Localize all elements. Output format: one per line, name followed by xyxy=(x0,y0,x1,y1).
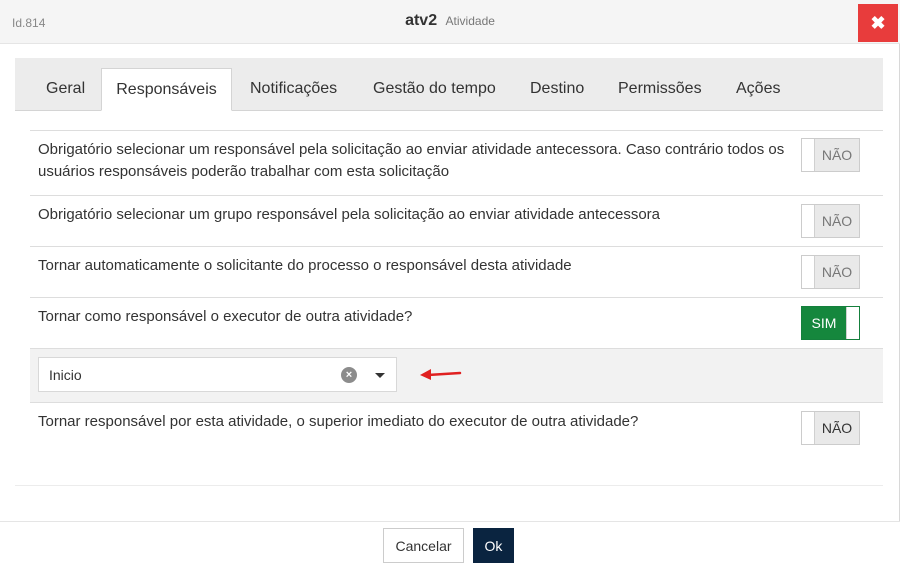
setting-row: Tornar como responsável o executor de ou… xyxy=(30,297,883,348)
ok-button[interactable]: Ok xyxy=(473,528,514,563)
tab-bar: Geral Responsáveis Notificações Gestão d… xyxy=(15,58,883,111)
tab-permissoes[interactable]: Permissões xyxy=(618,68,702,111)
cancel-button[interactable]: Cancelar xyxy=(383,528,464,563)
toggle-knob xyxy=(802,256,815,288)
setting-label: Obrigatório selecionar um responsável pe… xyxy=(38,141,785,180)
tab-panel: Geral Responsáveis Notificações Gestão d… xyxy=(15,58,883,486)
setting-label: Tornar como responsável o executor de ou… xyxy=(38,308,413,325)
setting-row: Tornar responsável por esta atividade, o… xyxy=(30,402,883,456)
chevron-down-icon[interactable] xyxy=(375,373,385,378)
activity-select-row: Inicio × xyxy=(30,348,883,402)
tab-acoes[interactable]: Ações xyxy=(736,68,780,111)
modal-title: atv2 xyxy=(405,12,438,29)
close-button[interactable]: ✖ xyxy=(858,4,898,42)
activity-select[interactable]: Inicio × xyxy=(38,357,397,392)
activity-modal: Id.814 atv2 Atividade ✖ Geral Responsáve… xyxy=(0,0,900,568)
setting-toggle[interactable]: NÃO xyxy=(801,255,860,289)
clear-icon[interactable]: × xyxy=(341,367,357,383)
settings-list: Obrigatório selecionar um responsável pe… xyxy=(30,130,883,456)
setting-toggle[interactable]: NÃO xyxy=(801,411,860,445)
setting-label: Tornar automaticamente o solicitante do … xyxy=(38,257,572,274)
setting-row: Obrigatório selecionar um responsável pe… xyxy=(30,130,883,195)
tab-gestao-do-tempo[interactable]: Gestão do tempo xyxy=(373,68,496,111)
toggle-knob xyxy=(802,139,815,171)
modal-subtitle: Atividade xyxy=(445,14,495,28)
toggle-state-label: NÃO xyxy=(815,205,859,237)
activity-select-value: Inicio xyxy=(49,367,82,383)
tab-notificacoes[interactable]: Notificações xyxy=(250,68,337,111)
toggle-state-label: NÃO xyxy=(815,139,859,171)
setting-label: Obrigatório selecionar um grupo responsá… xyxy=(38,206,661,223)
toggle-knob xyxy=(846,307,859,339)
arrow-left-icon xyxy=(420,369,462,380)
modal-footer: Cancelar Ok xyxy=(0,521,900,568)
toggle-knob xyxy=(802,412,815,444)
toggle-state-label: NÃO xyxy=(815,412,859,444)
setting-toggle[interactable]: NÃO xyxy=(801,204,860,238)
setting-label: Tornar responsável por esta atividade, o… xyxy=(38,413,639,430)
setting-row: Obrigatório selecionar um grupo responsá… xyxy=(30,195,883,246)
tab-responsaveis[interactable]: Responsáveis xyxy=(101,68,232,111)
setting-toggle[interactable]: SIM xyxy=(801,306,860,340)
setting-row: Tornar automaticamente o solicitante do … xyxy=(30,246,883,297)
modal-title-wrap: atv2 Atividade xyxy=(0,12,900,30)
tab-destino[interactable]: Destino xyxy=(530,68,584,111)
tab-geral[interactable]: Geral xyxy=(46,68,85,111)
toggle-state-label: NÃO xyxy=(815,256,859,288)
toggle-state-label: SIM xyxy=(802,307,846,339)
modal-header: Id.814 atv2 Atividade ✖ xyxy=(0,0,900,44)
setting-toggle[interactable]: NÃO xyxy=(801,138,860,172)
toggle-knob xyxy=(802,205,815,237)
close-icon: ✖ xyxy=(870,12,886,33)
